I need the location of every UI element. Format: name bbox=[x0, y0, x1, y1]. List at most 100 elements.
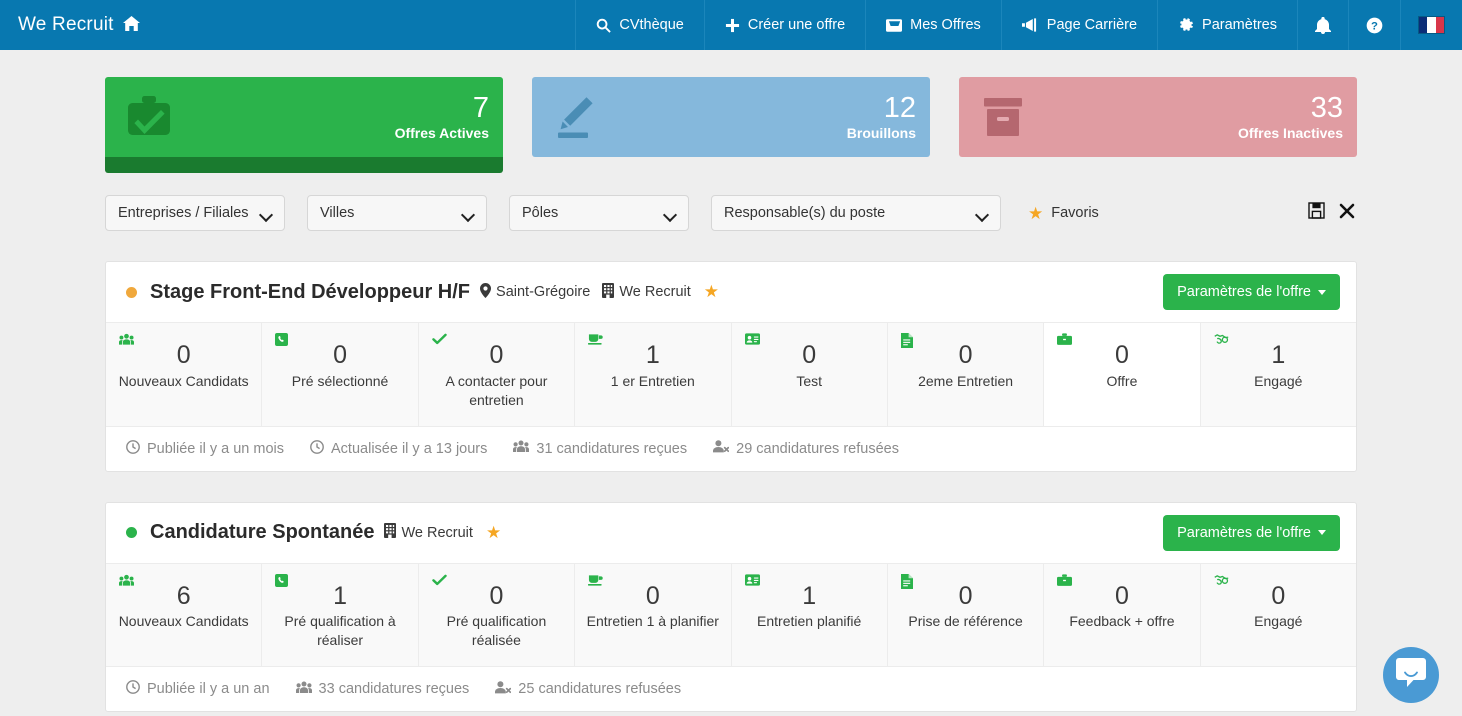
briefcase-check-icon bbox=[123, 91, 175, 143]
users-icon bbox=[119, 574, 134, 591]
pipeline-stage[interactable]: 0 Nouveaux Candidats bbox=[106, 323, 263, 426]
offer-company-label: We Recruit bbox=[619, 284, 691, 300]
stage-count: 1 bbox=[333, 581, 348, 610]
users-icon bbox=[295, 681, 312, 698]
help-button[interactable]: ? bbox=[1348, 0, 1400, 50]
filter-select-villes[interactable]: Villes bbox=[307, 195, 487, 231]
footer-info-text: Publiée il y a un mois bbox=[147, 440, 285, 457]
stage-count: 0 bbox=[489, 581, 504, 610]
home-icon bbox=[122, 15, 140, 35]
pipeline-stage[interactable]: 0 Prise de référence bbox=[887, 563, 1045, 667]
offer-settings-label: Paramètres de l'offre bbox=[1177, 524, 1311, 541]
pipeline-stage[interactable]: 0 Entretien 1 à planifier bbox=[575, 563, 732, 667]
offer-status-dot bbox=[126, 286, 137, 298]
inbox-icon bbox=[886, 18, 903, 33]
french-flag-icon bbox=[1418, 16, 1445, 34]
offer-header: Stage Front-End Développeur H/F Saint-Gr… bbox=[106, 262, 1356, 323]
offer-settings-button[interactable]: Paramètres de l'offre bbox=[1163, 274, 1340, 310]
stage-count: 1 bbox=[645, 341, 660, 369]
user-times-icon bbox=[495, 680, 512, 698]
pipeline-stage[interactable]: 0 Pré qualification réalisée bbox=[418, 563, 576, 667]
filter-select-entreprises[interactable]: Entreprises / Filiales bbox=[105, 195, 285, 231]
phone-square-icon bbox=[275, 573, 289, 591]
footer-info-item: 31 candidatures reçues bbox=[513, 440, 687, 457]
pipeline-stage[interactable]: 0 A contacter pour entretien bbox=[418, 323, 576, 426]
pipeline-stage[interactable]: 0 Pré sélectionné bbox=[262, 323, 419, 426]
offer-title[interactable]: Stage Front-End Développeur H/F bbox=[150, 281, 470, 304]
offer-company: We Recruit bbox=[384, 523, 473, 542]
id-card-icon bbox=[744, 573, 760, 590]
nav-item-mes-offres[interactable]: Mes Offres bbox=[865, 0, 1001, 50]
favoris-label: Favoris bbox=[1051, 205, 1099, 221]
offer-favorite-star-icon[interactable]: ★ bbox=[486, 523, 501, 543]
nav-item-page-carriere[interactable]: Page Carrière bbox=[1000, 0, 1157, 50]
nav-item-cvtheque[interactable]: CVthèque bbox=[575, 0, 704, 50]
filter-label: Pôles bbox=[522, 205, 559, 221]
filter-select-responsables[interactable]: Responsable(s) du poste bbox=[711, 195, 1001, 231]
stat-card-offres-actives-wrap: 7 Offres Actives bbox=[105, 77, 503, 173]
check-icon bbox=[432, 574, 447, 590]
filter-label: Responsable(s) du poste bbox=[724, 205, 886, 221]
check-icon bbox=[432, 333, 447, 349]
footer-info-item: Publiée il y a un mois bbox=[126, 439, 285, 458]
footer-info-text: Publiée il y a un an bbox=[147, 681, 270, 698]
filter-select-poles[interactable]: Pôles bbox=[509, 195, 689, 231]
offer-header: Candidature Spontanée We Recruit ★ Param… bbox=[106, 503, 1356, 564]
offer-title[interactable]: Candidature Spontanée bbox=[150, 521, 374, 544]
nav-item-creer-une-offre[interactable]: Créer une offre bbox=[703, 0, 865, 50]
stage-count: 0 bbox=[958, 581, 973, 610]
pipeline-stage[interactable]: 1 Engagé bbox=[1200, 323, 1356, 426]
nav-label: Paramètres bbox=[1202, 17, 1277, 33]
pipeline-stage[interactable]: 1 1 er Entretien bbox=[575, 323, 732, 426]
footer-info-item: 33 candidatures reçues bbox=[295, 681, 469, 698]
search-icon bbox=[596, 18, 612, 33]
stage-count: 0 bbox=[1114, 581, 1129, 610]
stage-label: 1 er Entretien bbox=[610, 372, 695, 389]
favoris-toggle[interactable]: ★ Favoris bbox=[1028, 205, 1099, 222]
stat-text: 33 Offres Inactives bbox=[1238, 92, 1343, 141]
footer-info-item: 29 candidatures refusées bbox=[713, 440, 899, 457]
stat-card-offres-actives[interactable]: 7 Offres Actives bbox=[105, 77, 503, 157]
gear-icon bbox=[1178, 17, 1194, 33]
language-selector[interactable] bbox=[1400, 0, 1462, 50]
offer-company: We Recruit bbox=[602, 282, 691, 302]
pipeline-stage[interactable]: 0 Feedback + offre bbox=[1044, 563, 1201, 667]
pipeline-stage[interactable]: 0 Engagé bbox=[1200, 563, 1356, 667]
stat-card-offres-inactives[interactable]: 33 Offres Inactives bbox=[959, 77, 1357, 157]
offer-settings-button[interactable]: Paramètres de l'offre bbox=[1163, 514, 1340, 551]
offer-favorite-star-icon[interactable]: ★ bbox=[704, 282, 719, 302]
chevron-down-icon bbox=[1318, 289, 1326, 295]
stat-card-brouillons[interactable]: 12 Brouillons bbox=[532, 77, 930, 157]
nav-label: CVthèque bbox=[619, 17, 684, 33]
users-icon bbox=[119, 333, 134, 350]
floppy-save-icon[interactable] bbox=[1308, 202, 1325, 224]
map-pin-icon bbox=[480, 282, 492, 302]
close-x-icon[interactable] bbox=[1339, 203, 1355, 224]
offer-status-dot bbox=[126, 527, 137, 539]
stage-label: Feedback + offre bbox=[1069, 613, 1175, 630]
stage-count: 0 bbox=[333, 341, 348, 369]
pipeline-stage[interactable]: 1 Entretien planifié bbox=[731, 563, 888, 667]
pipeline-stage[interactable]: 0 2eme Entretien bbox=[887, 323, 1045, 426]
chat-bubble-icon bbox=[1396, 658, 1426, 692]
footer-info-item: Publiée il y a un an bbox=[126, 680, 270, 698]
file-text-icon bbox=[900, 333, 913, 352]
pipeline-stage[interactable]: 6 Nouveaux Candidats bbox=[106, 563, 263, 667]
notifications-button[interactable] bbox=[1297, 0, 1348, 50]
pipeline-stage[interactable]: 0 Test bbox=[731, 323, 888, 426]
nav-item-parametres[interactable]: Paramètres bbox=[1157, 0, 1297, 50]
chat-widget-button[interactable] bbox=[1383, 647, 1439, 703]
brand-home-link[interactable]: We Recruit bbox=[0, 0, 158, 50]
pipeline-stage[interactable]: 1 Pré qualification à réaliser bbox=[262, 563, 419, 667]
phone-square-icon bbox=[275, 333, 289, 350]
offer-footer-info: Publiée il y a un mois Actualisée il y a… bbox=[106, 427, 1356, 471]
pipeline-stage[interactable]: 0 Offre bbox=[1044, 323, 1201, 426]
stat-label: Offres Actives bbox=[394, 125, 489, 142]
stat-number: 12 bbox=[883, 91, 916, 124]
stage-label: Pré qualification à réaliser bbox=[284, 613, 396, 649]
stage-count: 0 bbox=[489, 341, 504, 369]
offer-company-label: We Recruit bbox=[401, 524, 473, 541]
building-icon bbox=[384, 523, 397, 542]
stage-label: 2eme Entretien bbox=[918, 372, 1014, 389]
stat-label: Brouillons bbox=[846, 125, 916, 142]
